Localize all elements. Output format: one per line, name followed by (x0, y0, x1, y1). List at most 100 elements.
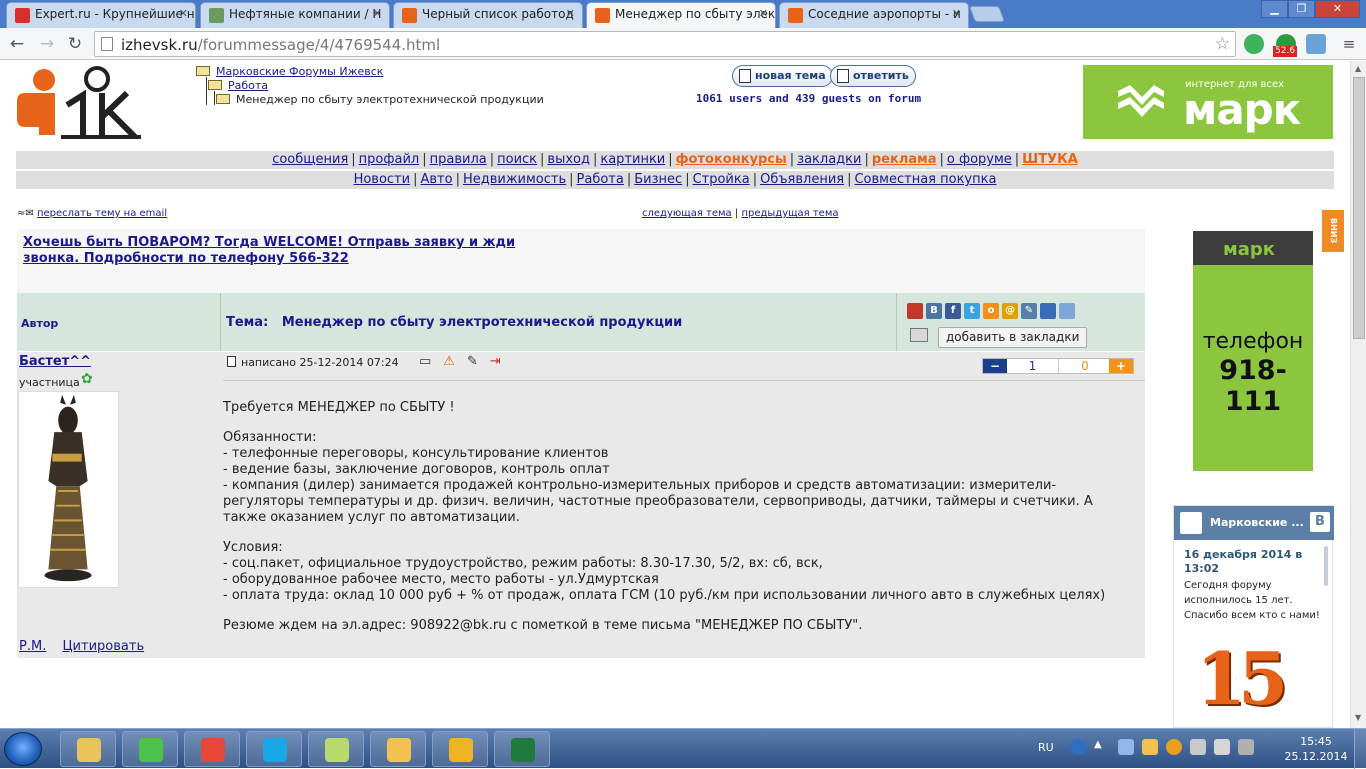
taskbar-app-outlook[interactable] (370, 731, 426, 767)
menu-item[interactable]: поиск (497, 152, 537, 167)
menu-item[interactable]: правила (430, 152, 487, 167)
taskbar-app-skype[interactable] (246, 731, 302, 767)
back-icon[interactable]: ← (6, 33, 28, 55)
mark-ad-banner[interactable]: интернет для всех марк (1083, 65, 1333, 139)
post-author-name[interactable]: Бастет^^ (19, 354, 91, 369)
new-tab-button[interactable] (969, 6, 1005, 22)
show-desktop-button[interactable] (1354, 729, 1366, 769)
clock[interactable]: 15:45 25.12.2014 (1284, 734, 1348, 764)
menu-item[interactable]: закладки (797, 152, 861, 167)
menu-item[interactable]: профайл (359, 152, 420, 167)
forward-email-link[interactable]: переслать тему на email (37, 208, 167, 219)
taskbar-app-sticky-notes[interactable] (308, 731, 364, 767)
menu-item[interactable]: сообщения (272, 152, 348, 167)
prev-topic-link[interactable]: предыдущая тема (741, 208, 838, 219)
start-button[interactable] (4, 732, 42, 766)
close-window-button[interactable]: ✕ (1315, 0, 1360, 18)
browser-tab[interactable]: Соседние аэропорты - и ✕ (779, 2, 969, 28)
breadcrumb-forums-link[interactable]: Марковские Форумы Ижевск (216, 65, 383, 78)
menu-item[interactable]: Объявления (760, 172, 844, 187)
menu-item[interactable]: Стройка (693, 172, 750, 187)
scroll-down-arrow-icon[interactable]: ▼ (1355, 713, 1361, 722)
browser-tab[interactable]: Менеджер по сбыту элек ✕ (586, 2, 776, 29)
browser-tab[interactable]: Expert.ru - Крупнейшие н ✕ (6, 2, 196, 28)
taskbar-app-bee[interactable] (432, 731, 488, 767)
address-bar[interactable]: izhevsk.ru/forummessage/4/4769544.html ☆ (94, 31, 1236, 57)
share-twitter-icon[interactable]: t (964, 303, 980, 319)
tab-close-icon[interactable]: ✕ (373, 7, 382, 20)
menu-icon[interactable]: ≡ (1338, 33, 1360, 55)
forward-icon[interactable]: → (36, 33, 58, 55)
rate-up-button[interactable]: + (1109, 359, 1133, 373)
scroll-down-button[interactable]: ВНИЗ (1322, 210, 1344, 252)
profile-card-icon[interactable]: ▭ (419, 354, 431, 369)
tab-close-icon[interactable]: ✕ (759, 7, 768, 20)
vk-scrollbar[interactable] (1324, 546, 1328, 586)
volume-icon[interactable] (1238, 739, 1254, 755)
share-odnoklassniki-icon[interactable]: о (983, 303, 999, 319)
taskbar-app-icq[interactable] (122, 731, 178, 767)
taskbar-app-explorer[interactable] (60, 731, 116, 767)
private-message-link[interactable]: Р.М. (19, 639, 46, 654)
report-icon[interactable]: ⚠ (443, 354, 455, 369)
add-bookmark-button[interactable]: добавить в закладки (938, 327, 1088, 348)
mark-phone-ad[interactable]: марк телефон 918-111 (1193, 231, 1313, 471)
network-share-icon[interactable] (1118, 739, 1134, 755)
menu-item[interactable]: фотоконкурсы (676, 152, 787, 167)
menu-item[interactable]: Работа (577, 172, 624, 187)
scrollbar-thumb[interactable] (1353, 77, 1365, 339)
bookmark-star-icon[interactable]: ☆ (1215, 34, 1230, 54)
signal-icon[interactable] (1214, 739, 1230, 755)
share-livejournal-icon[interactable]: ✎ (1021, 303, 1037, 319)
menu-item[interactable]: Авто (420, 172, 452, 187)
menu-item[interactable]: реклама (872, 152, 937, 167)
menu-item[interactable]: Новости (354, 172, 411, 187)
tray-expand-icon[interactable]: ▲ (1094, 739, 1110, 755)
menu-item[interactable]: картинки (600, 152, 665, 167)
browser-tab[interactable]: Черный список работод ✕ (393, 2, 583, 28)
browser-tab[interactable]: Нефтяные компании / Н ✕ (200, 2, 390, 28)
reload-icon[interactable]: ↻ (64, 33, 86, 55)
menu-item[interactable]: Совместная покупка (854, 172, 996, 187)
share-moi-mir-icon[interactable] (1040, 303, 1056, 319)
new-topic-button[interactable]: новая тема (732, 65, 833, 87)
menu-item[interactable]: ШТУКА (1022, 152, 1078, 167)
scroll-up-arrow-icon[interactable]: ▲ (1355, 64, 1361, 73)
reply-button[interactable]: ответить (830, 65, 916, 87)
share-more-icon[interactable] (1059, 303, 1075, 319)
move-icon[interactable]: ⇥ (490, 354, 501, 369)
next-topic-link[interactable]: следующая тема (642, 208, 732, 219)
text-ad-link[interactable]: Хочешь быть ПОВАРОМ? Тогда WELCOME! Отпр… (23, 235, 543, 267)
share-facebook-icon[interactable]: f (945, 303, 961, 319)
help-icon[interactable] (1070, 739, 1086, 755)
language-indicator[interactable]: RU (1038, 741, 1054, 754)
menu-item[interactable]: Бизнес (634, 172, 682, 187)
tab-close-icon[interactable]: ✕ (566, 7, 575, 20)
quote-link[interactable]: Цитировать (62, 639, 144, 654)
minimize-button[interactable]: ▁ (1261, 0, 1288, 18)
device-icon[interactable] (1190, 739, 1206, 755)
share-vkontakte-icon[interactable]: В (926, 303, 942, 319)
share-email-icon[interactable] (907, 303, 923, 319)
taskbar-app-excel[interactable] (494, 731, 550, 767)
update-icon[interactable] (1166, 739, 1182, 755)
mail-icon[interactable] (1142, 739, 1158, 755)
share-mail-ru-icon[interactable]: @ (1002, 303, 1018, 319)
rate-down-button[interactable]: − (983, 359, 1007, 373)
menu-item[interactable]: Недвижимость (463, 172, 566, 187)
menu-item[interactable]: выход (547, 152, 590, 167)
menu-item[interactable]: о форуме (947, 152, 1012, 167)
extension-weather-icon[interactable] (1306, 34, 1326, 54)
restore-button[interactable]: ❐ (1288, 0, 1315, 18)
tab-close-icon[interactable]: ✕ (179, 7, 188, 20)
edit-icon[interactable]: ✎ (467, 354, 478, 369)
breadcrumb-work-link[interactable]: Работа (228, 79, 268, 92)
izhevsk-logo[interactable] (17, 65, 142, 141)
taskbar-app-chrome[interactable] (184, 731, 240, 767)
extension-green-icon[interactable] (1244, 34, 1264, 54)
vk-widget-header[interactable]: Марковские ... В (1174, 506, 1334, 540)
vk-post-date[interactable]: 16 декабря 2014 в 13:02 (1184, 548, 1319, 576)
tab-close-icon[interactable]: ✕ (952, 7, 961, 20)
print-icon[interactable] (910, 328, 928, 342)
page-scrollbar[interactable]: ▲ ▼ (1350, 61, 1366, 728)
